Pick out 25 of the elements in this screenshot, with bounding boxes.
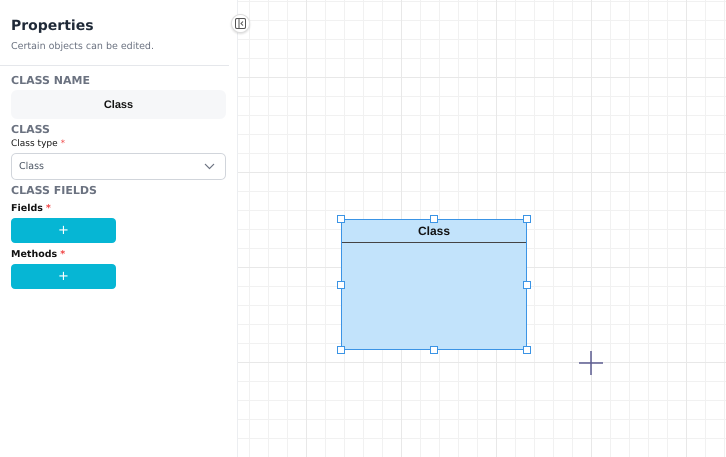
field-label: Fields [11, 203, 43, 214]
section-heading: CLASS FIELDS [11, 184, 98, 197]
required-asterisk: * [60, 139, 66, 149]
panel-title: Properties [11, 18, 95, 34]
resize-handle[interactable] [523, 346, 531, 354]
section-heading: CLASS [11, 123, 51, 136]
resize-handle[interactable] [337, 215, 345, 223]
resize-handle[interactable] [430, 346, 438, 354]
resize-handle[interactable] [523, 215, 531, 223]
collapse-panel-icon[interactable] [231, 14, 250, 33]
class-name-field[interactable]: Class [11, 90, 226, 119]
field-label: Class type [11, 139, 58, 149]
required-asterisk: * [60, 249, 66, 260]
resize-handle[interactable] [337, 280, 345, 288]
class-node[interactable]: Class [341, 219, 527, 350]
crosshair-cursor-icon [579, 351, 603, 375]
section-heading: CLASS NAME [11, 74, 91, 87]
field-label: Methods [11, 249, 58, 260]
resize-handle[interactable] [523, 280, 531, 288]
chevron-down-icon [204, 163, 215, 170]
class-type-dropdown[interactable]: Class [11, 153, 226, 180]
resize-handle[interactable] [430, 215, 438, 223]
panel-subtitle: Certain objects can be edited. [11, 41, 155, 52]
resize-handle[interactable] [337, 346, 345, 354]
required-asterisk: * [46, 203, 51, 214]
